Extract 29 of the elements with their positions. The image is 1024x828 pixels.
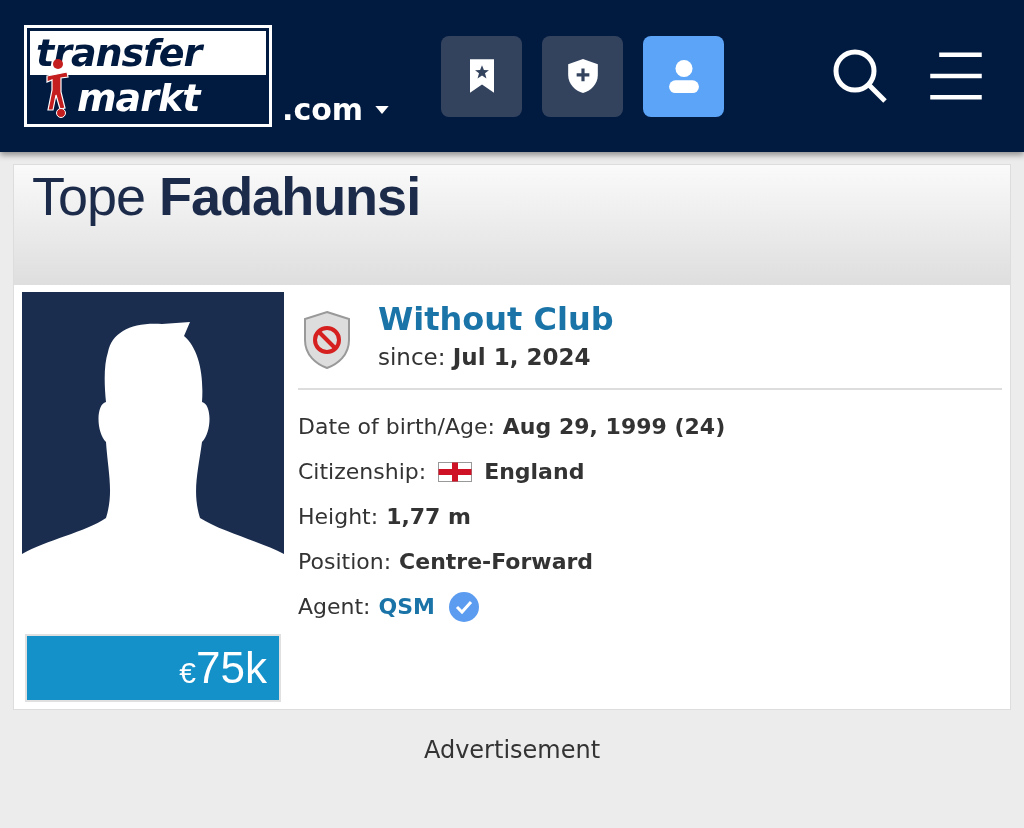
agent-link[interactable]: QSM	[378, 594, 435, 619]
user-icon	[667, 58, 700, 94]
detail-label: Agent:	[298, 594, 371, 619]
since-date: Jul 1, 2024	[452, 344, 591, 370]
flag-icon	[438, 461, 473, 482]
shield-plus-icon	[566, 58, 599, 94]
domain-dropdown[interactable]: .com	[282, 92, 390, 127]
detail-value: Centre-Forward	[399, 549, 594, 574]
caret-icon	[375, 105, 390, 114]
club-link[interactable]: Without Club	[378, 300, 614, 338]
detail-label: Position:	[298, 549, 392, 574]
verified-icon	[449, 591, 479, 622]
detail-value: Aug 29, 1999 (24)	[502, 414, 726, 439]
shield-button[interactable]	[542, 35, 624, 117]
advertisement-label: Advertisement	[423, 736, 601, 764]
profile-button[interactable]	[643, 35, 725, 117]
detail-label: Date of birth/Age:	[298, 414, 495, 439]
player-name: Tope Fadahunsi	[14, 165, 1010, 285]
detail-value: 1,77 m	[386, 504, 471, 529]
market-value: €75k	[25, 634, 281, 702]
detail-label: Height:	[298, 504, 379, 529]
detail-value: England	[484, 459, 585, 484]
bookmark-button[interactable]	[441, 35, 523, 117]
since-label: since:	[378, 344, 446, 370]
search-button[interactable]	[832, 48, 888, 104]
site-logo[interactable]: transfer markt	[24, 25, 272, 127]
search-icon	[832, 48, 888, 104]
detail-label: Citizenship:	[298, 459, 427, 484]
no-club-crest-icon	[302, 310, 352, 370]
